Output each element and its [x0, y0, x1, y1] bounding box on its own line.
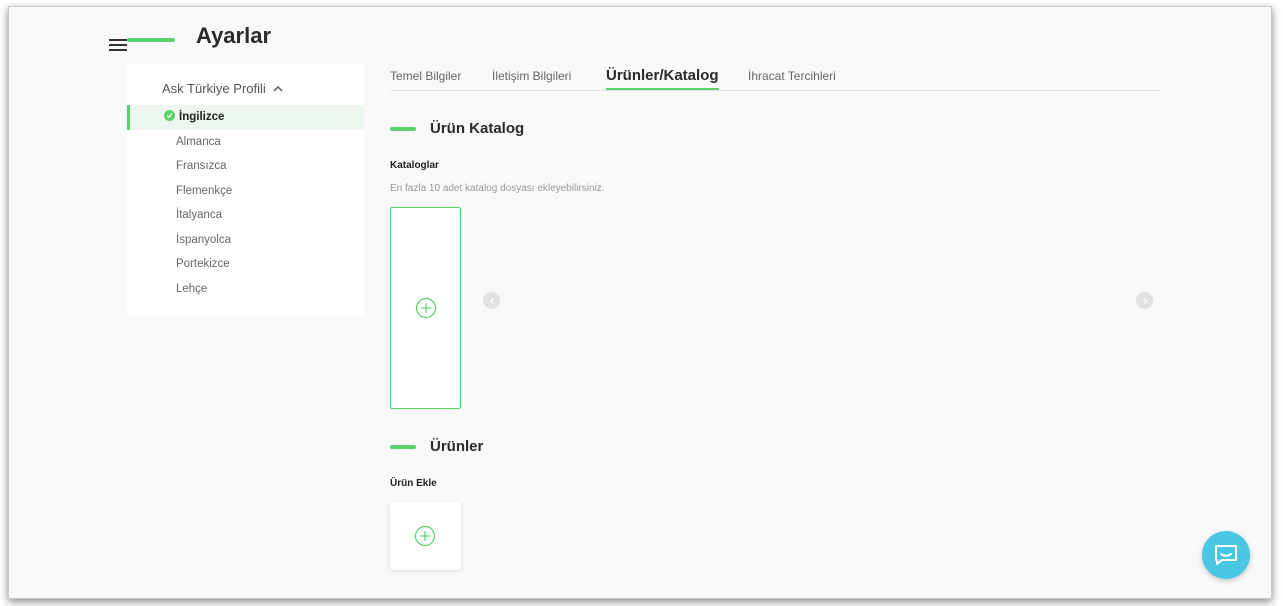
- catalog-section-title: Ürün Katalog: [430, 120, 525, 137]
- tab-temel-bilgiler[interactable]: Temel Bilgiler: [390, 69, 461, 83]
- add-catalog-button[interactable]: [390, 207, 461, 409]
- check-circle-icon: [164, 110, 175, 121]
- header-accent-line: [127, 38, 175, 42]
- sidebar-item-label: İngilizce: [179, 111, 225, 123]
- add-product-button[interactable]: [390, 502, 461, 570]
- sidebar: Ask Türkiye Profili İngilizce Almanca Fr…: [127, 64, 364, 317]
- sidebar-item-italyanca[interactable]: İtalyanca: [127, 203, 364, 228]
- chevron-right-icon: [1143, 297, 1147, 304]
- sidebar-item-flemenkce[interactable]: Flemenkçe: [127, 179, 364, 204]
- plus-circle-icon: [415, 297, 437, 319]
- profile-toggle[interactable]: Ask Türkiye Profili: [162, 81, 284, 96]
- catalog-hint: En fazla 10 adet katalog dosyası ekleyeb…: [390, 183, 605, 194]
- carousel-prev-button[interactable]: [483, 292, 500, 309]
- chat-button[interactable]: [1202, 531, 1250, 579]
- hamburger-menu-icon[interactable]: [109, 39, 127, 51]
- language-list: İngilizce Almanca Fransızca Flemenkçe İt…: [127, 105, 364, 301]
- tab-bar: Temel Bilgiler İletişim Bilgileri Ürünle…: [390, 67, 1160, 91]
- chevron-left-icon: [489, 297, 493, 304]
- app-window: Ayarlar Ask Türkiye Profili İngilizce Al…: [8, 6, 1272, 599]
- chevron-up-icon: [273, 85, 283, 91]
- carousel-next-button[interactable]: [1136, 292, 1153, 309]
- profile-title: Ask Türkiye Profili: [162, 81, 266, 96]
- sidebar-item-almanca[interactable]: Almanca: [127, 130, 364, 155]
- sidebar-item-ispanyolca[interactable]: İspanyolca: [127, 228, 364, 253]
- tab-urunler-katalog[interactable]: Ürünler/Katalog: [606, 67, 719, 90]
- catalogs-label: Kataloglar: [390, 160, 439, 171]
- page-title: Ayarlar: [196, 23, 272, 48]
- tab-iletisim-bilgileri[interactable]: İletişim Bilgileri: [492, 69, 571, 83]
- add-product-label: Ürün Ekle: [390, 478, 437, 489]
- section-accent-bar: [390, 127, 416, 131]
- sidebar-item-fransizca[interactable]: Fransızca: [127, 154, 364, 179]
- chat-icon: [1215, 545, 1237, 565]
- sidebar-item-ingilizce[interactable]: İngilizce: [127, 105, 364, 130]
- sidebar-item-lehce[interactable]: Lehçe: [127, 277, 364, 302]
- products-section-title: Ürünler: [430, 438, 484, 455]
- tab-ihracat-tercihleri[interactable]: İhracat Tercihleri: [748, 69, 836, 83]
- plus-circle-icon: [414, 525, 436, 547]
- sidebar-item-portekizce[interactable]: Portekizce: [127, 252, 364, 277]
- section-accent-bar: [390, 445, 416, 449]
